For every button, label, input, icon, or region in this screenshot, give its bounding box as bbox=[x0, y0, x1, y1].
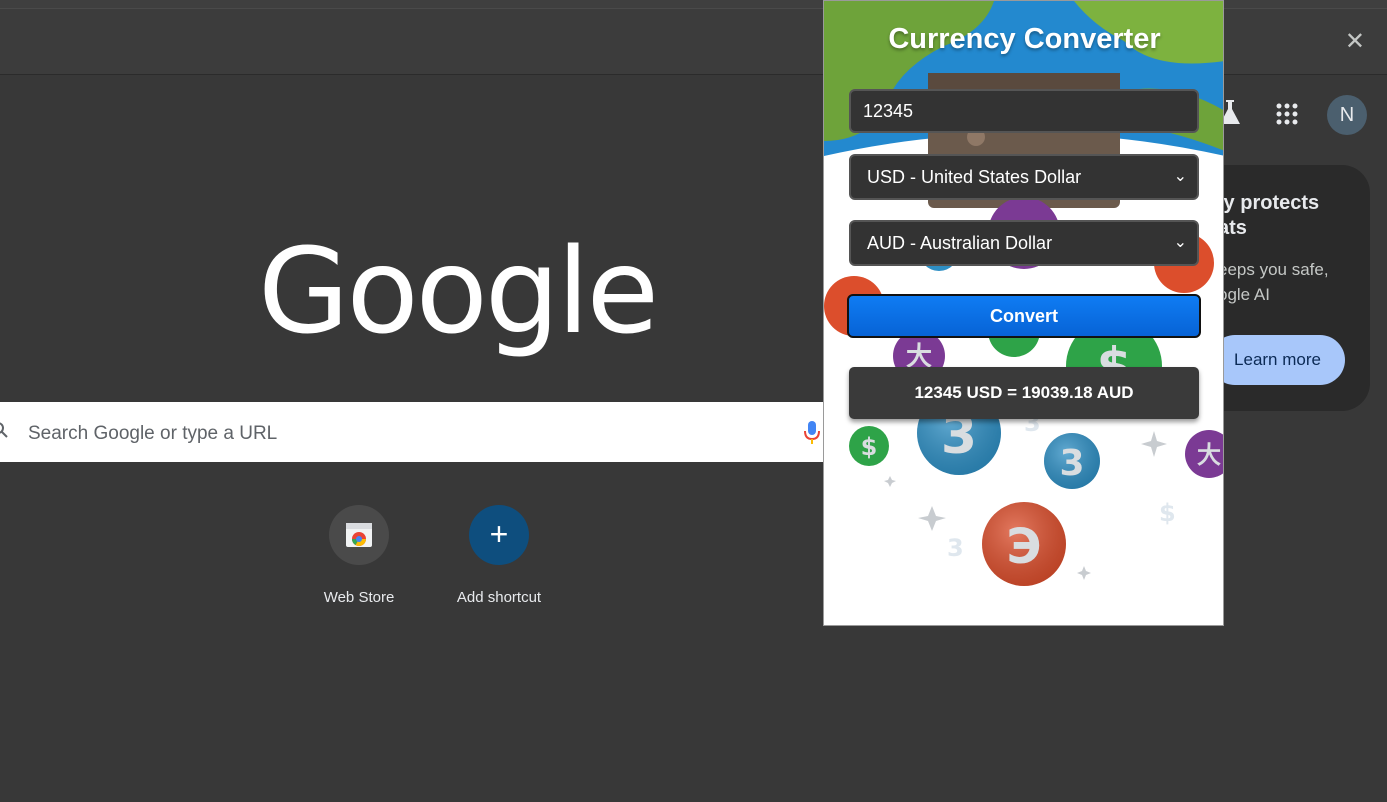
promo-body: eeps you safe, ogle AI bbox=[1218, 257, 1329, 307]
svg-text:Э: Э bbox=[1006, 519, 1041, 575]
search-input[interactable]: Search Google or type a URL bbox=[28, 423, 277, 445]
promo-title-line: ly protects bbox=[1218, 192, 1320, 214]
chevron-down-icon: ⌄ bbox=[1173, 168, 1187, 185]
svg-text:$: $ bbox=[861, 433, 878, 461]
shortcut-add[interactable]: + Add shortcut bbox=[439, 505, 559, 606]
chevron-down-icon: ⌄ bbox=[1173, 234, 1187, 251]
to-currency-select[interactable]: AUD - Australian Dollar ⌄ bbox=[849, 220, 1199, 266]
apps-grid-icon[interactable] bbox=[1276, 103, 1298, 125]
avatar[interactable]: N bbox=[1327, 95, 1367, 135]
plus-icon: + bbox=[489, 516, 509, 552]
search-box[interactable]: Search Google or type a URL bbox=[0, 402, 830, 462]
svg-text:3: 3 bbox=[947, 534, 964, 562]
search-icon bbox=[0, 422, 8, 438]
shortcut-web-store[interactable]: Web Store bbox=[299, 505, 419, 606]
promo-title: ly protects ats bbox=[1218, 191, 1378, 241]
amount-input[interactable] bbox=[849, 89, 1199, 133]
to-currency-value: AUD - Australian Dollar bbox=[867, 233, 1053, 253]
microphone-icon[interactable] bbox=[803, 420, 821, 446]
learn-more-button[interactable]: Learn more bbox=[1210, 335, 1345, 385]
convert-button[interactable]: Convert bbox=[847, 294, 1201, 338]
svg-text:$: $ bbox=[1159, 499, 1176, 527]
svg-text:3: 3 bbox=[1059, 443, 1084, 484]
conversion-result: 12345 USD = 19039.18 AUD bbox=[849, 367, 1199, 419]
web-store-icon bbox=[329, 505, 389, 565]
promo-body-line: eeps you safe, bbox=[1218, 260, 1329, 279]
from-currency-select[interactable]: USD - United States Dollar ⌄ bbox=[849, 154, 1199, 200]
from-currency-value: USD - United States Dollar bbox=[867, 167, 1082, 187]
svg-text:大: 大 bbox=[1197, 441, 1221, 469]
popup-title: Currency Converter bbox=[888, 23, 1161, 55]
add-shortcut-button[interactable]: + bbox=[469, 505, 529, 565]
google-logo: Google bbox=[258, 222, 659, 360]
shortcut-label: Web Store bbox=[323, 589, 395, 606]
currency-converter-popup: 3 3 Э $ 大 大 $ $ 3 3 Currency Converter U… bbox=[823, 0, 1224, 626]
shortcut-label: Add shortcut bbox=[456, 589, 542, 606]
close-icon[interactable]: ✕ bbox=[1345, 30, 1365, 54]
promo-body-line: ogle AI bbox=[1218, 285, 1270, 304]
